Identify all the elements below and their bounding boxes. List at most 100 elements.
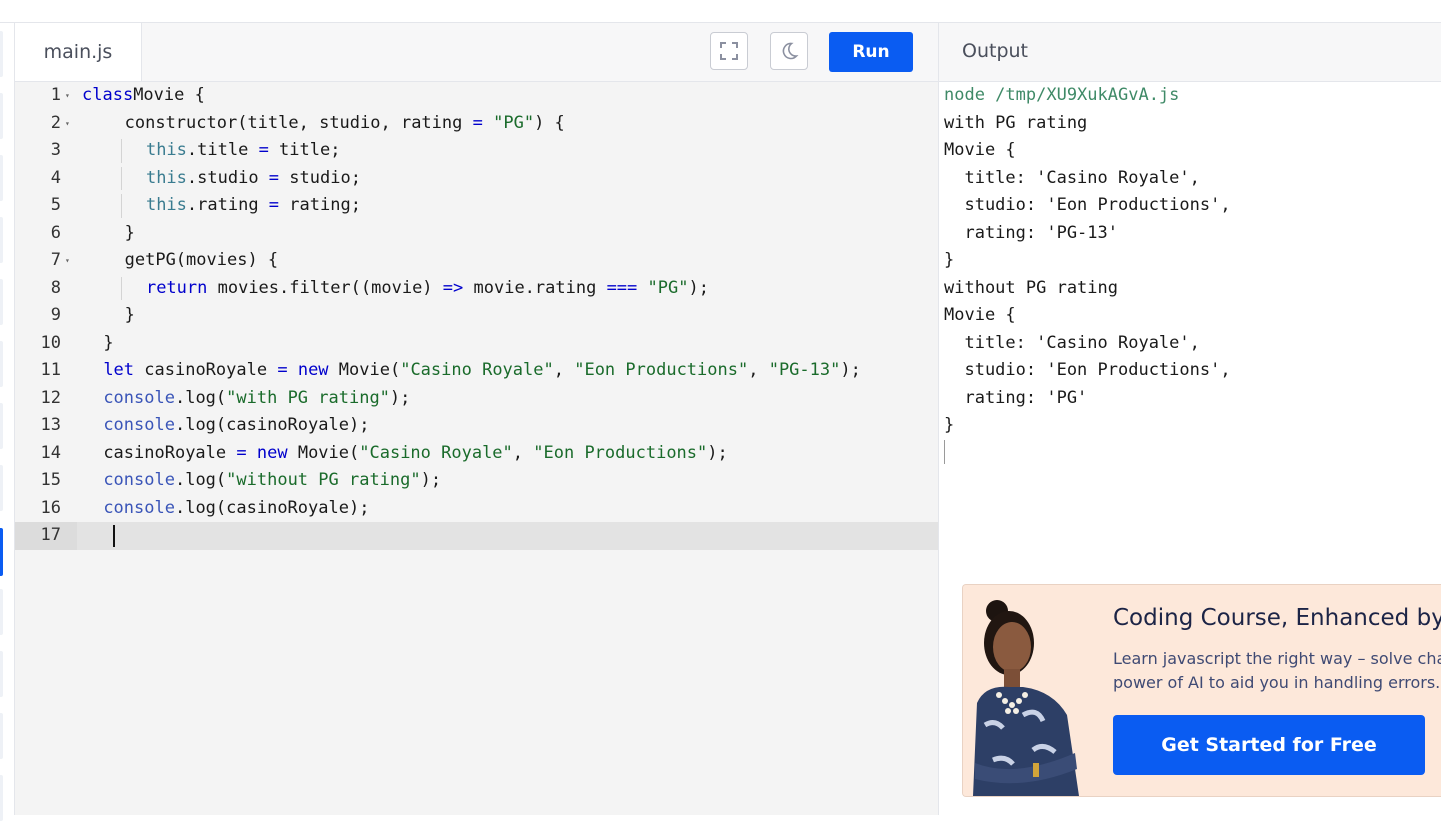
code-line[interactable]: 16 console.log(casinoRoyale); xyxy=(15,495,938,523)
code-token: , xyxy=(512,442,534,463)
code-text: getPG(movies) { xyxy=(125,247,279,275)
course-ad-banner[interactable]: Coding Course, Enhanced by AI Learn java… xyxy=(962,584,1441,797)
code-editor[interactable]: 1 ▾ classMovie {2 ▾ constructor(title, studi… xyxy=(15,82,938,815)
fold-arrow-icon[interactable]: ▾ xyxy=(65,247,70,275)
line-number: 16 xyxy=(40,497,61,518)
line-gutter: 10 xyxy=(15,330,77,358)
line-number: 2 xyxy=(50,112,61,133)
code-token: } xyxy=(103,332,114,353)
code-line[interactable]: 11 let casinoRoyale = new Movie("Casino R… xyxy=(15,357,938,385)
rail-item[interactable] xyxy=(0,31,3,77)
rail-item[interactable] xyxy=(0,589,3,635)
output-line: rating: 'PG' xyxy=(944,387,1088,408)
code-token: new xyxy=(256,442,288,463)
run-button[interactable]: Run xyxy=(829,32,913,72)
line-number: 12 xyxy=(40,387,61,408)
ad-description: Learn javascript the right way – solve c… xyxy=(1113,647,1441,695)
rail-item[interactable] xyxy=(0,403,3,449)
line-number: 7 xyxy=(50,250,61,270)
code-token: = xyxy=(277,360,288,380)
output-line: } xyxy=(944,415,955,435)
line-gutter: 12 xyxy=(15,385,77,413)
fold-arrow-icon[interactable]: ▾ xyxy=(65,110,70,138)
code-line[interactable]: 2 ▾ constructor(title, studio, rating = "P… xyxy=(15,110,938,138)
line-number: 8 xyxy=(50,277,61,298)
code-token: this xyxy=(145,140,187,160)
rail-item[interactable] xyxy=(0,155,3,201)
code-text: let casinoRoyale = new Movie("Casino Roy… xyxy=(103,357,861,385)
code-line[interactable]: 9} xyxy=(15,302,938,330)
code-line[interactable]: 17 xyxy=(15,522,938,550)
fullscreen-button[interactable] xyxy=(710,32,748,70)
code-token: new xyxy=(297,360,329,380)
code-line[interactable]: 15 console.log("without PG rating"); xyxy=(15,467,938,495)
line-gutter: 11 xyxy=(15,357,77,385)
line-gutter: 1 ▾ xyxy=(15,82,77,110)
code-text: } xyxy=(103,330,113,358)
line-gutter: 6 xyxy=(15,220,77,248)
line-gutter: 16 xyxy=(15,495,77,523)
code-text: console.log(casinoRoyale); xyxy=(103,412,369,440)
rail-item[interactable] xyxy=(0,713,3,759)
instructor-photo xyxy=(963,585,1093,796)
ad-description-line: Learn javascript the right way – solve c… xyxy=(1113,649,1441,668)
code-line[interactable]: 5 this.rating = rating; xyxy=(15,192,938,220)
rail-item[interactable] xyxy=(0,217,3,263)
code-line[interactable]: 12 console.log("with PG rating"); xyxy=(15,385,938,413)
output-line: without PG rating xyxy=(944,277,1118,298)
code-token: movie.rating xyxy=(463,277,607,298)
theme-toggle-button[interactable] xyxy=(770,32,808,70)
code-line[interactable]: 8 return movies.filter((movie) => movie.r… xyxy=(15,275,938,303)
code-line[interactable]: 6} xyxy=(15,220,938,248)
code-token: .log( xyxy=(174,470,227,490)
output-line: title: 'Casino Royale', xyxy=(944,332,1200,353)
code-token: = xyxy=(268,195,280,215)
rail-item[interactable] xyxy=(0,651,3,697)
rail-item[interactable] xyxy=(0,93,3,139)
rail-item[interactable] xyxy=(0,341,3,387)
line-number: 6 xyxy=(50,222,61,243)
code-token: ) { xyxy=(534,112,565,133)
code-text: return movies.filter((movie) => movie.ra… xyxy=(146,275,709,303)
code-line[interactable]: 14 casinoRoyale = new Movie("Casino Royal… xyxy=(15,440,938,468)
code-token: ); xyxy=(420,470,442,490)
output-line: Movie { xyxy=(944,305,1016,325)
ad-title: Coding Course, Enhanced by AI xyxy=(1113,605,1441,631)
output-line: title: 'Casino Royale', xyxy=(944,167,1200,188)
code-token: } xyxy=(124,305,135,325)
moon-icon xyxy=(782,42,799,60)
code-line[interactable]: 13 console.log(casinoRoyale); xyxy=(15,412,938,440)
get-started-button[interactable]: Get Started for Free xyxy=(1113,715,1425,775)
code-token: .log(casinoRoyale); xyxy=(174,497,370,518)
line-gutter: 17 xyxy=(15,522,77,550)
code-token: Movie( xyxy=(287,442,360,463)
code-token: "Eon Productions" xyxy=(574,360,749,380)
code-token: let xyxy=(103,360,135,380)
rail-item[interactable] xyxy=(0,775,3,821)
rail-item-active[interactable] xyxy=(0,528,3,576)
rail-item[interactable] xyxy=(0,465,3,511)
line-gutter: 4 xyxy=(15,165,77,193)
code-token: ); xyxy=(840,360,861,380)
code-line[interactable]: 1 ▾ classMovie { xyxy=(15,82,938,110)
file-tab-main-js[interactable]: main.js xyxy=(15,23,142,81)
line-number: 9 xyxy=(50,305,61,325)
code-line[interactable]: 7 ▾ getPG(movies) { xyxy=(15,247,938,275)
code-token: ); xyxy=(707,442,728,463)
code-line[interactable]: 10} xyxy=(15,330,938,358)
output-line: } xyxy=(944,250,955,270)
code-token: console xyxy=(103,470,175,490)
code-token: = xyxy=(236,442,247,463)
code-token: .studio xyxy=(186,167,269,188)
code-token: constructor(title, studio, rating xyxy=(124,112,473,133)
code-token: "Casino Royale" xyxy=(400,360,554,380)
rail-item[interactable] xyxy=(0,279,3,325)
code-line[interactable]: 3 this.title = title; xyxy=(15,137,938,165)
code-line[interactable]: 4 this.studio = studio; xyxy=(15,165,938,193)
text-cursor xyxy=(113,525,115,547)
fold-arrow-icon[interactable]: ▾ xyxy=(65,82,70,110)
code-token: ); xyxy=(688,277,709,298)
indent-guide xyxy=(120,194,122,218)
code-text: classMovie { xyxy=(82,82,205,110)
